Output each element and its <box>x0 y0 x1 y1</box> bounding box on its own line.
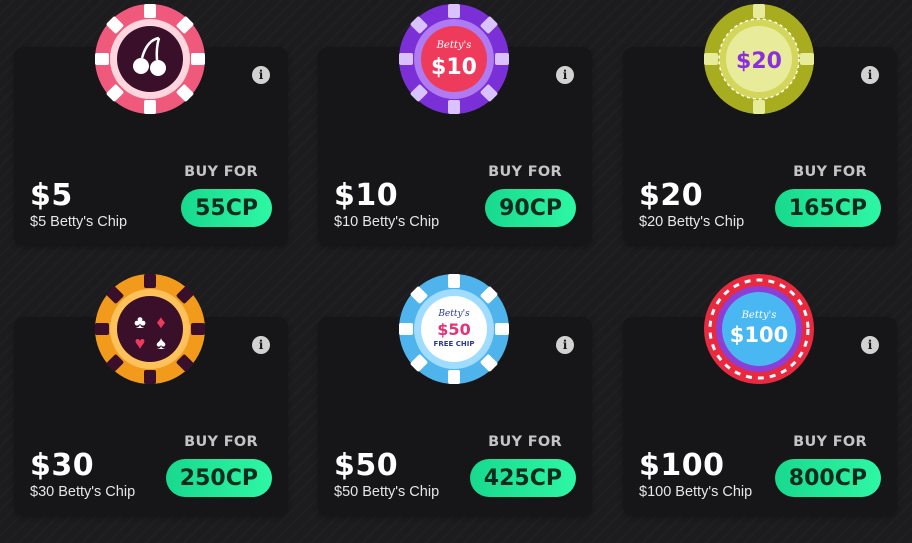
buy-button[interactable]: 90CP <box>485 189 576 227</box>
chip-name: $100 Betty's Chip <box>639 484 753 500</box>
chip-face-value: $10 <box>431 55 477 80</box>
buy-for-label: BUY FOR <box>793 164 867 180</box>
chip-price: $10 <box>334 178 399 213</box>
chip-subtext: FREE CHIP <box>434 340 475 348</box>
chip-price: $100 <box>639 448 725 483</box>
chip-price: $50 <box>334 448 399 483</box>
chip-face-value: $100 <box>730 323 788 347</box>
buy-for-label: BUY FOR <box>488 434 562 450</box>
buy-button[interactable]: 800CP <box>774 459 881 497</box>
chip-image-5 <box>95 4 205 114</box>
cherries-icon <box>95 4 205 114</box>
buy-for-label: BUY FOR <box>793 434 867 450</box>
chip-name: $30 Betty's Chip <box>30 484 136 500</box>
chip-image-50: Betty's $50 FREE CHIP <box>399 274 509 384</box>
svg-text:♦: ♦ <box>156 312 165 332</box>
card-suits-icon: ♣ ♦ ♥ ♠ <box>95 274 205 384</box>
chip-image-10: Betty's $10 <box>399 4 509 114</box>
chip-store-grid: i $5 $5 Betty's Chip BUY FOR 55CP Betty'… <box>0 0 912 543</box>
info-icon[interactable]: i <box>252 66 270 84</box>
chip-image-100: Betty's $100 <box>704 274 814 384</box>
buy-button[interactable]: 250CP <box>165 459 272 497</box>
buy-button[interactable]: 425CP <box>469 459 576 497</box>
chip-name: $5 Betty's Chip <box>30 214 128 230</box>
info-icon[interactable]: i <box>556 66 574 84</box>
svg-text:♠: ♠ <box>156 333 166 353</box>
chip-image-20: $20 <box>704 4 814 114</box>
chip-card-30: ♣ ♦ ♥ ♠ i $30 $30 Betty's Chip BUY FOR 2… <box>14 274 288 516</box>
buy-for-label: BUY FOR <box>488 164 562 180</box>
chip-brand: Betty's <box>437 309 470 319</box>
chip-price: $30 <box>30 448 95 483</box>
chip-price: $5 <box>30 178 73 213</box>
buy-button[interactable]: 55CP <box>181 189 272 227</box>
chip-card-100: Betty's $100 i $100 $100 Betty's Chip BU… <box>623 274 897 516</box>
info-icon[interactable]: i <box>861 66 879 84</box>
chip-brand: Betty's <box>741 310 777 321</box>
chip-price: $20 <box>639 178 704 213</box>
info-icon[interactable]: i <box>861 336 879 354</box>
buy-for-label: BUY FOR <box>184 164 258 180</box>
chip-name: $10 Betty's Chip <box>334 214 440 230</box>
chip-card-5: i $5 $5 Betty's Chip BUY FOR 55CP <box>14 4 288 246</box>
chip-card-20: $20 i $20 $20 Betty's Chip BUY FOR 165CP <box>623 4 897 246</box>
chip-name: $50 Betty's Chip <box>334 484 440 500</box>
chip-name: $20 Betty's Chip <box>639 214 745 230</box>
chip-face-value: $20 <box>736 49 782 74</box>
chip-card-10: Betty's $10 i $10 $10 Betty's Chip BUY F… <box>318 4 592 246</box>
buy-button[interactable]: 165CP <box>774 189 881 227</box>
chip-card-50: Betty's $50 FREE CHIP i $50 $50 Betty's … <box>318 274 592 516</box>
info-icon[interactable]: i <box>556 336 574 354</box>
chip-image-30: ♣ ♦ ♥ ♠ <box>95 274 205 384</box>
svg-text:♣: ♣ <box>134 312 146 332</box>
info-icon[interactable]: i <box>252 336 270 354</box>
svg-text:♥: ♥ <box>135 333 146 353</box>
chip-brand: Betty's <box>436 40 472 51</box>
chip-face-value: $50 <box>437 320 470 339</box>
buy-for-label: BUY FOR <box>184 434 258 450</box>
